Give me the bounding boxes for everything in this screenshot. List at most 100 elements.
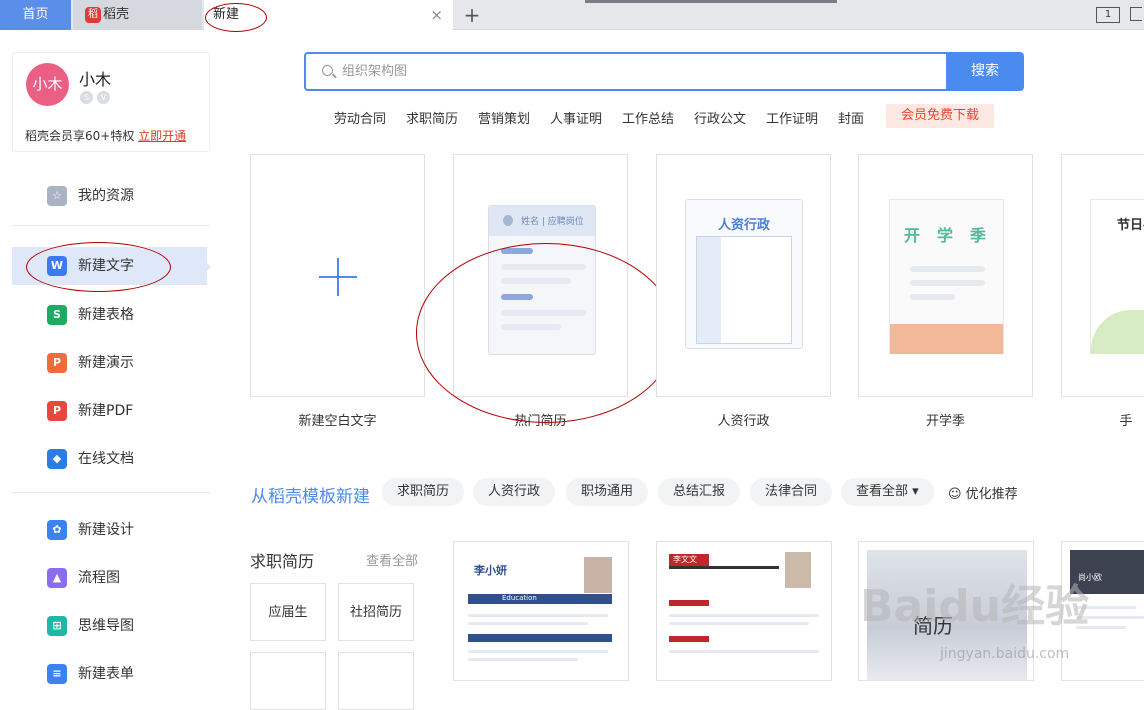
active-indicator — [205, 261, 211, 273]
tab-home[interactable]: 首页 — [0, 0, 71, 30]
hot-tag[interactable]: 劳动合同 — [334, 108, 386, 127]
photo — [584, 557, 612, 593]
card-blank-doc[interactable] — [250, 154, 425, 397]
card-school-season[interactable]: 开 学 季 — [858, 154, 1033, 397]
layout-icon[interactable]: 1 — [1096, 7, 1120, 23]
template-tag: Education — [502, 594, 537, 602]
resume-illustration: 姓名 | 应聘岗位 — [488, 205, 596, 355]
optimize-recommend-button[interactable]: ☺ 优化推荐 — [948, 483, 1018, 502]
vip-promo: 稻壳会员享60+特权 立即开通 — [25, 127, 186, 144]
hot-tag[interactable]: 人事证明 — [550, 108, 602, 127]
watermark: Baidu经验 — [860, 581, 1090, 632]
tab-daoke[interactable]: 稻 稻壳 — [73, 0, 202, 30]
vip-free-download-button[interactable]: 会员免费下载 — [886, 104, 994, 128]
hot-tag[interactable]: 工作总结 — [622, 108, 674, 127]
form-icon: ≡ — [47, 664, 67, 684]
search-box — [304, 52, 947, 91]
online-docs-icon: ◆ — [47, 449, 67, 469]
hot-tag[interactable]: 工作证明 — [766, 108, 818, 127]
avatar[interactable]: 小木 — [26, 63, 69, 106]
template-thumbnail[interactable]: 李小妍 Education — [453, 541, 629, 681]
sidebar-item-label: 我的资源 — [78, 188, 134, 204]
flowchart-icon: ▲ — [47, 568, 67, 588]
festival-illustration: 节日手 — [1090, 199, 1144, 354]
writer-icon: W — [47, 256, 67, 276]
card-hr-admin[interactable]: 人资行政 — [656, 154, 831, 397]
window-icon[interactable] — [1130, 7, 1142, 21]
school-char: 学 — [937, 226, 954, 245]
sidebar-item-label: 流程图 — [78, 570, 120, 586]
template-section-title: 从稻壳模板新建 — [251, 487, 370, 507]
school-illustration: 开 学 季 — [889, 199, 1004, 354]
chip-workplace[interactable]: 职场通用 — [566, 478, 649, 506]
category-title: 求职简历 — [250, 552, 315, 571]
card-label: 手 — [1119, 414, 1133, 429]
template-name: 李文文 — [673, 555, 697, 564]
search-input[interactable] — [342, 54, 932, 89]
search-button[interactable]: 搜索 — [946, 52, 1024, 91]
sidebar-item-label: 新建表格 — [78, 307, 134, 323]
sidebar-item-new-spreadsheet[interactable]: S 新建表格 — [12, 296, 207, 334]
daoke-logo-icon: 稻 — [85, 7, 101, 23]
sidebar-item-new-writer[interactable]: W 新建文字 — [12, 247, 207, 285]
title-strip — [585, 0, 837, 3]
sidebar-item-new-pdf[interactable]: P 新建PDF — [12, 392, 207, 430]
sidebar-item-label: 在线文档 — [78, 451, 134, 467]
sidebar-item-new-form[interactable]: ≡ 新建表单 — [12, 655, 207, 693]
presentation-icon: P — [47, 353, 67, 373]
festival-title: 节日手 — [1117, 218, 1144, 233]
new-tab-button[interactable]: + — [460, 0, 484, 30]
card-label: 热门简历 — [514, 414, 567, 429]
school-char: 季 — [970, 226, 987, 245]
template-thumbnail[interactable]: 李文文 — [656, 541, 832, 681]
chip-legal[interactable]: 法律合同 — [750, 478, 833, 506]
chip-report[interactable]: 总结汇报 — [658, 478, 741, 506]
hr-title: 人资行政 — [718, 218, 771, 233]
sidebar-item-new-design[interactable]: ✿ 新建设计 — [12, 511, 207, 549]
hot-tag[interactable]: 封面 — [838, 108, 864, 127]
tab-bar: 首页 稻 稻壳 新建 × + 1 — [0, 0, 1144, 30]
close-icon[interactable]: × — [430, 0, 443, 30]
hot-tag[interactable]: 行政公文 — [694, 108, 746, 127]
hot-tag[interactable]: 求职简历 — [406, 108, 458, 127]
template-name: 李小妍 — [474, 564, 507, 577]
chip-hr[interactable]: 人资行政 — [473, 478, 556, 506]
card-label: 人资行政 — [717, 414, 770, 429]
card-hot-resume[interactable]: 姓名 | 应聘岗位 — [453, 154, 628, 397]
sidebar-item-new-presentation[interactable]: P 新建演示 — [12, 344, 207, 382]
sub-category[interactable] — [338, 652, 414, 710]
mindmap-icon: ⊞ — [47, 616, 67, 636]
vip-badge-icon: V — [97, 91, 110, 104]
plus-icon — [337, 258, 339, 296]
card-festival[interactable]: 节日手 — [1061, 154, 1144, 397]
vip-open-link[interactable]: 立即开通 — [138, 129, 186, 143]
chip-resume[interactable]: 求职简历 — [382, 478, 465, 506]
sidebar-item-label: 新建演示 — [78, 355, 134, 371]
sub-category[interactable] — [250, 652, 326, 710]
sidebar-item-label: 新建PDF — [78, 403, 134, 419]
sidebar-item-my-resources[interactable]: ☆ 我的资源 — [12, 177, 207, 215]
tab-new[interactable]: 新建 × — [204, 0, 453, 30]
user-card: 小木 小木 S V 稻壳会员享60+特权 立即开通 — [12, 52, 210, 152]
category-view-all-link[interactable]: 查看全部 — [366, 550, 418, 569]
hr-document — [696, 236, 792, 344]
hot-tag[interactable]: 营销策划 — [478, 108, 530, 127]
person-icon — [503, 215, 513, 226]
card-label: 开学季 — [925, 414, 965, 429]
photo — [785, 552, 811, 588]
desk-shape — [890, 324, 1003, 354]
sidebar-item-label: 思维导图 — [78, 618, 134, 634]
sidebar-item-mindmap[interactable]: ⊞ 思维导图 — [12, 607, 207, 645]
divider — [12, 492, 210, 493]
watermark-url: jingyan.baidu.com — [940, 646, 1070, 662]
resume-field: 姓名 | 应聘岗位 — [521, 217, 584, 227]
sidebar-item-flowchart[interactable]: ▲ 流程图 — [12, 559, 207, 597]
star-icon: ☆ — [47, 186, 67, 206]
sidebar-item-online-docs[interactable]: ◆ 在线文档 — [12, 440, 207, 478]
sub-category-graduate[interactable]: 应届生 — [250, 583, 326, 641]
divider — [12, 225, 210, 226]
tab-new-label: 新建 — [213, 7, 240, 22]
chip-view-all[interactable]: 查看全部 ▾ — [841, 478, 934, 506]
name-banner: 李文文 — [669, 554, 709, 566]
sub-category-social[interactable]: 社招简历 — [338, 583, 414, 641]
